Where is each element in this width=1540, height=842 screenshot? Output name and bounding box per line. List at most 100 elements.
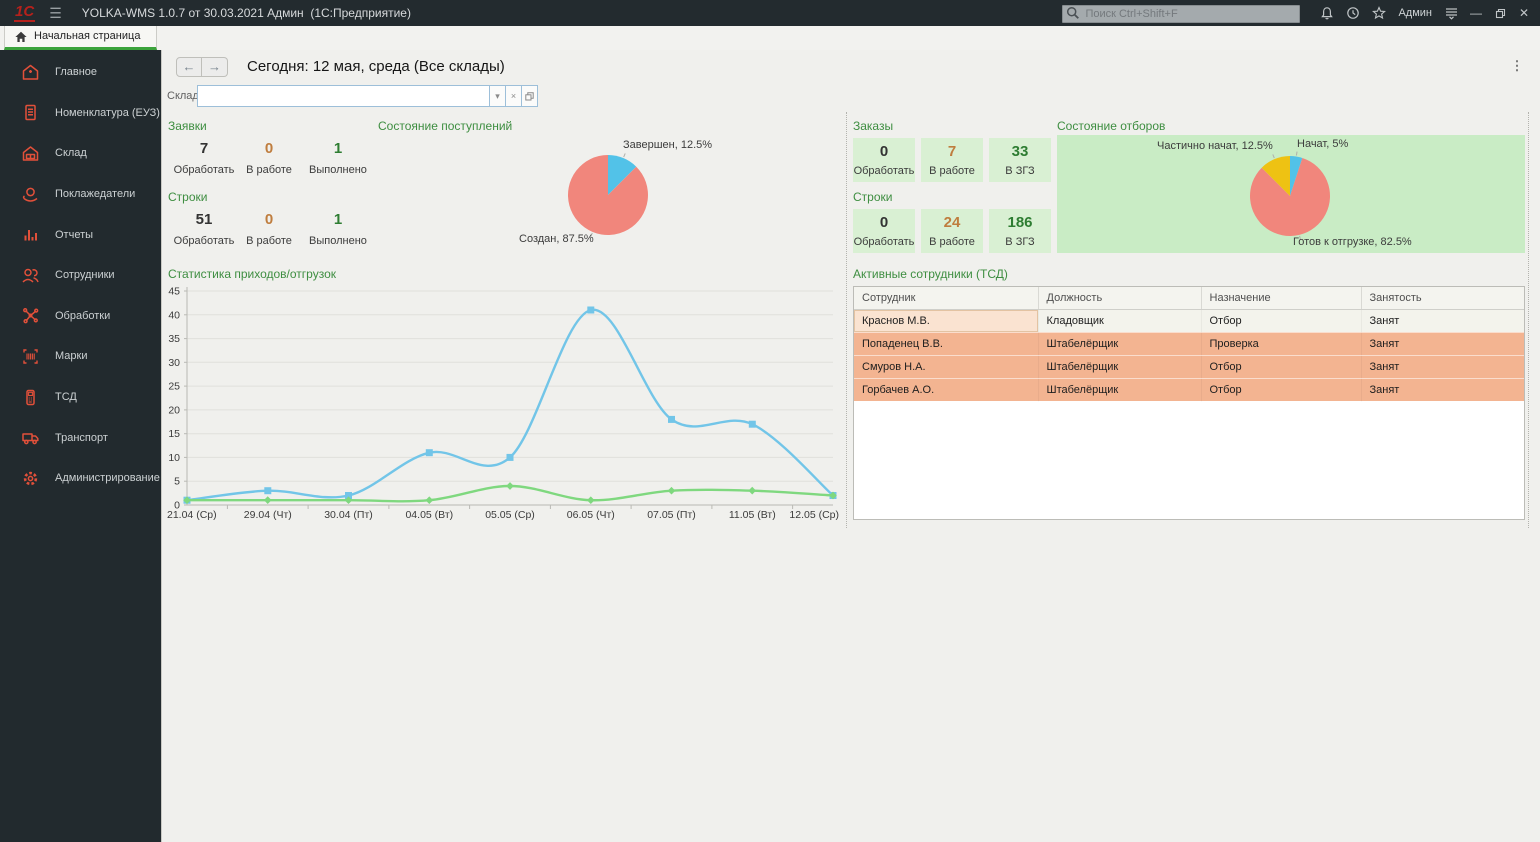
sidebar-item-poklazhedateli[interactable]: Поклажедатели — [0, 174, 161, 215]
service-menu-button[interactable] — [1438, 2, 1464, 24]
tab-home-label: Начальная страница — [34, 30, 140, 43]
tab-home[interactable]: Начальная страница — [4, 26, 157, 50]
svg-text:06.05 (Чт): 06.05 (Чт) — [567, 509, 615, 521]
col-header-employee[interactable]: Сотрудник — [854, 287, 1038, 309]
stat-requests-process[interactable]: 7 Обработать — [172, 140, 236, 176]
stat-label: В работе — [243, 164, 295, 176]
svg-text:25: 25 — [168, 381, 180, 393]
sidebar-item-glavnoe[interactable]: Главное — [0, 52, 161, 93]
cell-busyness[interactable]: Занят — [1361, 332, 1524, 355]
search-input[interactable] — [1062, 5, 1300, 23]
user-menu[interactable]: Админ — [1398, 7, 1432, 19]
sidebar-item-label: Транспорт — [55, 432, 108, 444]
cell-position[interactable]: Штабелёрщик — [1038, 332, 1201, 355]
table-row[interactable]: Горбачев А.О. Штабелёрщик Отбор Занят — [854, 378, 1524, 401]
cell-busyness[interactable]: Занят — [1361, 355, 1524, 378]
table-row[interactable]: Попаденец В.В. Штабелёрщик Проверка Заня… — [854, 332, 1524, 355]
minimize-button[interactable]: — — [1464, 2, 1488, 24]
home-badge-icon — [21, 63, 40, 82]
stat-receipt-lines-done[interactable]: 1 Выполнено — [306, 211, 370, 247]
forward-button[interactable]: → — [202, 57, 228, 77]
sidebar-item-tsd[interactable]: ТСД — [0, 377, 161, 418]
sidebar-item-label: Отчеты — [55, 229, 93, 241]
warehouse-open-button[interactable] — [522, 85, 538, 107]
stat-value: 1 — [306, 140, 370, 157]
cell-employee[interactable]: Горбачев А.О. — [854, 378, 1038, 401]
stat-orders-zgz[interactable]: 33 В ЗГЗ — [989, 138, 1051, 182]
cell-busyness[interactable]: Занят — [1361, 309, 1524, 332]
warehouse-dropdown-button[interactable]: ▾ — [490, 85, 506, 107]
history-button[interactable] — [1340, 2, 1366, 24]
table-row[interactable]: Смуров Н.А. Штабелёрщик Отбор Занят — [854, 355, 1524, 378]
stat-receipt-lines-process[interactable]: 51 Обработать — [172, 211, 236, 247]
hamburger-menu-icon[interactable]: ☰ — [49, 5, 62, 22]
open-form-icon — [525, 92, 534, 101]
sidebar-item-obrabotki[interactable]: Обработки — [0, 296, 161, 337]
people-icon — [21, 266, 40, 285]
stat-label: Обработать — [853, 236, 915, 248]
stat-order-lines-inwork[interactable]: 24 В работе — [921, 209, 983, 253]
stat-requests-done[interactable]: 1 Выполнено — [306, 140, 370, 176]
cell-busyness[interactable]: Занят — [1361, 378, 1524, 401]
sidebar-item-otchety[interactable]: Отчеты — [0, 214, 161, 255]
app-title: YOLKA-WMS 1.0.7 от 30.03.2021 Админ (1С:… — [82, 6, 411, 20]
employees-table: Сотрудник Должность Назначение Занятость… — [853, 286, 1525, 520]
warehouse-input[interactable] — [197, 85, 490, 107]
restore-window-icon — [1495, 8, 1506, 19]
stat-order-lines-process[interactable]: 0 Обработать — [853, 209, 915, 253]
col-header-busyness[interactable]: Занятость — [1361, 287, 1524, 309]
close-button[interactable]: ✕ — [1512, 2, 1536, 24]
cell-assignment[interactable]: Отбор — [1201, 355, 1361, 378]
pie-label-created: Создан, 87.5% — [519, 233, 594, 245]
cell-position[interactable]: Кладовщик — [1038, 309, 1201, 332]
sidebar-item-sotrudniki[interactable]: Сотрудники — [0, 255, 161, 296]
section-title-statistics: Статистика приходов/отгрузок — [168, 267, 336, 281]
favorites-button[interactable] — [1366, 2, 1392, 24]
section-title-receipt-lines: Строки — [168, 190, 207, 204]
restore-button[interactable] — [1488, 2, 1512, 24]
pie-label-completed: Завершен, 12.5% — [623, 139, 712, 151]
svg-text:21.04 (Ср): 21.04 (Ср) — [167, 509, 217, 521]
receipts-shipments-line-chart: 05101520253035404521.04 (Ср)29.04 (Чт)30… — [164, 284, 840, 530]
global-search[interactable] — [1062, 4, 1300, 22]
stat-orders-inwork[interactable]: 7 В работе — [921, 138, 983, 182]
sidebar-item-label: Сотрудники — [55, 269, 115, 281]
panel-separator-left — [846, 112, 847, 528]
stat-label: Обработать — [853, 165, 915, 177]
cell-assignment[interactable]: Отбор — [1201, 309, 1361, 332]
cell-assignment[interactable]: Отбор — [1201, 378, 1361, 401]
col-header-assignment[interactable]: Назначение — [1201, 287, 1361, 309]
stat-label: В ЗГЗ — [989, 236, 1051, 248]
stat-label: Выполнено — [306, 164, 370, 176]
sidebar-item-administrirovanie[interactable]: Администрирование — [0, 458, 161, 499]
stat-orders-process[interactable]: 0 Обработать — [853, 138, 915, 182]
cell-employee[interactable]: Краснов М.В. — [854, 309, 1038, 332]
section-title-requests: Заявки — [168, 119, 207, 133]
section-title-order-lines: Строки — [853, 190, 892, 204]
pie-label-partially-started: Частично начат, 12.5% — [1157, 140, 1273, 152]
receipts-state-pie-chart — [566, 153, 650, 237]
sidebar-item-transport[interactable]: Транспорт — [0, 417, 161, 458]
cell-assignment[interactable]: Проверка — [1201, 332, 1361, 355]
cell-employee[interactable]: Попаденец В.В. — [854, 332, 1038, 355]
cell-employee[interactable]: Смуров Н.А. — [854, 355, 1038, 378]
back-button[interactable]: ← — [176, 57, 202, 77]
notifications-button[interactable] — [1314, 2, 1340, 24]
stat-receipt-lines-inwork[interactable]: 0 В работе — [243, 211, 295, 247]
sidebar-item-sklad[interactable]: Склад — [0, 133, 161, 174]
stat-requests-inwork[interactable]: 0 В работе — [243, 140, 295, 176]
svg-text:12.05 (Ср): 12.05 (Ср) — [789, 509, 839, 521]
cell-position[interactable]: Штабелёрщик — [1038, 378, 1201, 401]
stat-value: 0 — [853, 214, 915, 231]
more-menu-button[interactable]: ⋮ — [1508, 57, 1526, 75]
sidebar-item-nomenklatura[interactable]: Номенклатура (ЕУЗ) — [0, 93, 161, 134]
stat-order-lines-zgz[interactable]: 186 В ЗГЗ — [989, 209, 1051, 253]
document-icon — [21, 103, 40, 122]
sidebar-item-marki[interactable]: Марки — [0, 336, 161, 377]
warehouse-clear-button[interactable]: × — [506, 85, 522, 107]
col-header-position[interactable]: Должность — [1038, 287, 1201, 309]
cell-position[interactable]: Штабелёрщик — [1038, 355, 1201, 378]
stat-value: 1 — [306, 211, 370, 228]
table-row[interactable]: Краснов М.В. Кладовщик Отбор Занят — [854, 309, 1524, 332]
picking-state-pie-chart — [1248, 154, 1332, 238]
